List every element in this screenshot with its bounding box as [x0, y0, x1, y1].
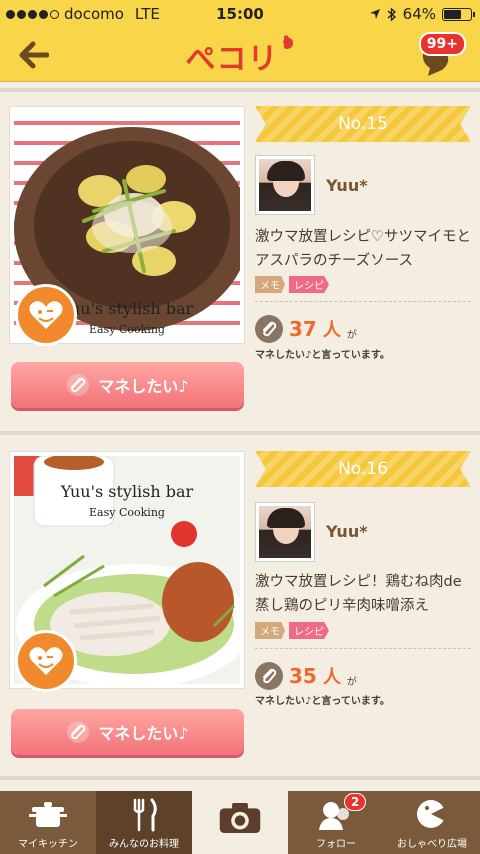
recipe-title[interactable]: 激ウマ放置レシピ♡サツマイモとアスパラのチーズソース	[255, 225, 471, 273]
mane-count-unit: 人	[322, 320, 341, 341]
tab-label: みんなのお料理	[109, 839, 179, 850]
camera-icon	[218, 800, 262, 836]
battery-icon	[442, 7, 475, 21]
rank-ribbon: No.15	[255, 106, 471, 142]
tab-chat-plaza[interactable]: おしゃべり広場	[384, 791, 480, 854]
app-header: ぺコリ 99+	[0, 28, 480, 82]
status-right: 64%	[369, 5, 475, 23]
mane-button-label: マネしたい♪	[98, 377, 189, 396]
divider	[255, 301, 471, 302]
fork-knife-icon	[122, 797, 166, 833]
paperclip-icon	[255, 662, 283, 690]
paperclip-icon	[67, 374, 90, 396]
avatar[interactable]	[255, 155, 315, 215]
mane-button-label: マネしたい♪	[98, 724, 189, 743]
notification-button[interactable]: 99+	[418, 32, 466, 78]
paperclip-icon	[255, 315, 283, 343]
pot-icon	[26, 797, 70, 833]
paperclip-icon	[67, 721, 90, 743]
mane-count: 35	[289, 664, 317, 688]
recipe-title[interactable]: 激ウマ放置レシピ！鶏むね肉de 蒸し鶏のピリ辛肉味噌添え	[255, 570, 471, 618]
battery-fill	[444, 9, 461, 19]
tag-list: メモ レシピ	[255, 276, 329, 293]
divider	[255, 648, 471, 649]
notification-badge: 99+	[418, 32, 466, 56]
tab-follow[interactable]: 2 フォロー	[288, 791, 384, 854]
tab-label: おしゃべり広場	[397, 839, 467, 850]
tag-recipe: レシピ	[289, 276, 329, 293]
rank-ribbon: No.16	[255, 451, 471, 487]
username[interactable]: Yuu*	[326, 176, 368, 195]
tag-memo: メモ	[255, 622, 285, 639]
tab-everyone-cooking[interactable]: みんなのお料理	[96, 791, 192, 854]
tab-bar: マイキッチン みんなのお料理 2 フォロー おしゃべり広場	[0, 791, 480, 854]
mane-shitai-button[interactable]: マネしたい♪	[11, 709, 244, 755]
username[interactable]: Yuu*	[326, 522, 368, 541]
heart-smile-badge	[15, 284, 77, 346]
rooster-icon	[282, 35, 293, 49]
heart-smile-icon	[29, 647, 63, 675]
logo-text: ぺコリ	[185, 42, 279, 77]
tab-label: フォロー	[316, 839, 356, 850]
tag-list: メモ レシピ	[255, 622, 329, 639]
mane-shitai-button[interactable]: マネしたい♪	[11, 362, 244, 408]
tab-camera[interactable]	[192, 791, 288, 854]
location-icon	[369, 9, 380, 19]
card-divider	[0, 431, 480, 435]
photo-watermark-subtitle: Easy Cooking	[89, 506, 165, 519]
chat-face-icon	[410, 797, 454, 833]
battery-percent: 64%	[402, 5, 436, 23]
bluetooth-icon	[387, 6, 396, 22]
mane-count-row: 35 人 が	[255, 662, 357, 690]
tab-label: マイキッチン	[18, 839, 78, 850]
mane-count-suffix: が	[346, 329, 357, 341]
tab-my-kitchen[interactable]: マイキッチン	[0, 791, 96, 854]
card-divider	[0, 88, 480, 92]
status-bar: docomo LTE 15:00 64%	[0, 0, 480, 28]
photo-watermark-title: Yuu's stylish bar	[60, 482, 194, 501]
tag-memo: メモ	[255, 276, 285, 293]
follow-badge: 2	[344, 793, 367, 811]
mane-count: 37	[289, 317, 317, 341]
mane-count-row: 37 人 が	[255, 315, 357, 343]
avatar[interactable]	[255, 502, 315, 562]
card-divider	[0, 776, 480, 780]
mane-caption: マネしたい♪と言っています。	[255, 696, 390, 707]
app-logo: ぺコリ	[0, 34, 480, 78]
heart-smile-icon	[29, 301, 63, 329]
mane-caption: マネしたい♪と言っています。	[255, 350, 390, 361]
mane-count-suffix: が	[346, 676, 357, 688]
heart-smile-badge	[15, 630, 77, 692]
mane-count-unit: 人	[322, 667, 341, 688]
tag-recipe: レシピ	[289, 622, 329, 639]
